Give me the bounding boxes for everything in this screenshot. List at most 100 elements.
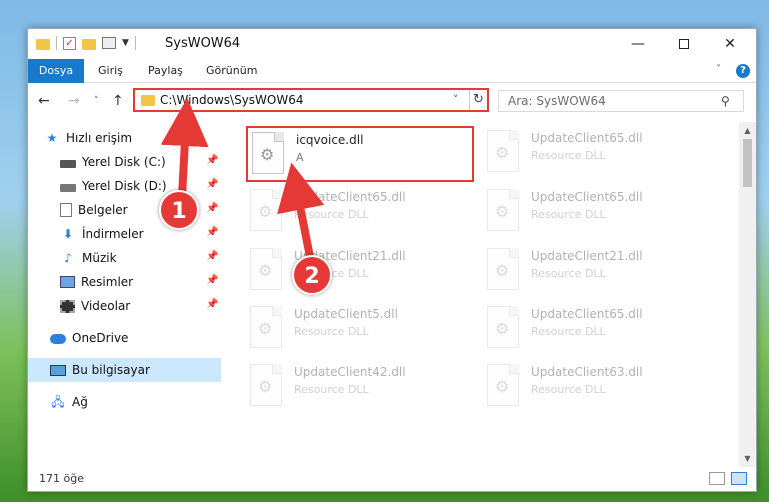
file-name: UpdateClient65.dll: [294, 190, 406, 204]
close-icon: ✕: [724, 36, 736, 52]
step-badge-2: 2: [292, 255, 332, 295]
pc-icon: [50, 364, 66, 376]
pin-icon[interactable]: 📌: [206, 275, 218, 286]
sidebar-item-videos[interactable]: Videolar 📌: [28, 294, 221, 318]
file-item[interactable]: ⚙ UpdateClient5.dll Resource DLL: [246, 302, 476, 352]
sidebar-item-downloads[interactable]: ⬇ İndirmeler 📌: [28, 222, 221, 246]
gears-icon: ⚙: [495, 143, 510, 162]
address-dropdown-icon[interactable]: ˅: [453, 93, 459, 106]
file-item[interactable]: ⚙ UpdateClient65.dll Resource DLL: [246, 185, 476, 235]
sidebar-item-label: Videolar: [81, 299, 131, 313]
pin-icon[interactable]: 📌: [206, 203, 218, 214]
file-item[interactable]: ⚙ UpdateClient65.dll Resource DLL: [483, 126, 713, 176]
dll-file-icon: ⚙: [487, 189, 519, 231]
pin-icon[interactable]: 📌: [206, 155, 218, 166]
help-icon[interactable]: ?: [736, 64, 750, 78]
file-item-selected[interactable]: ⚙ icqvoice.dll A: [246, 126, 474, 182]
gears-icon: ⚙: [260, 145, 275, 164]
properties-check-icon[interactable]: ✓: [63, 36, 76, 50]
tab-file[interactable]: Dosya: [28, 59, 84, 83]
search-placeholder: Ara: SysWOW64: [508, 94, 606, 108]
forward-arrow-icon[interactable]: →: [68, 93, 80, 109]
sidebar-item-music[interactable]: ♪ Müzik 📌: [28, 246, 221, 270]
sidebar-item-network[interactable]: 🖧 Ağ: [28, 390, 221, 414]
file-name: UpdateClient65.dll: [531, 307, 643, 321]
gears-icon: ⚙: [495, 202, 510, 221]
file-name: UpdateClient21.dll: [531, 249, 643, 263]
navigation-bar: ← → ˅ ↑ C:\Windows\SysWOW64 ˅ ↻ Ara: Sys…: [28, 84, 756, 118]
dll-file-icon: ⚙: [250, 189, 282, 231]
scroll-thumb[interactable]: [743, 139, 752, 187]
file-name: UpdateClient5.dll: [294, 307, 398, 321]
dll-file-icon: ⚙: [487, 248, 519, 290]
pin-icon[interactable]: 📌: [206, 227, 218, 238]
sidebar-item-local-disk-c[interactable]: Yerel Disk (C:) 📌: [28, 150, 221, 174]
close-button[interactable]: ✕: [707, 29, 753, 59]
folder-icon[interactable]: [36, 38, 50, 50]
pictures-icon: [60, 276, 75, 288]
search-icon[interactable]: ⚲: [721, 94, 730, 108]
ribbon-tabs: Dosya Giriş Paylaş Görünüm ˅ ?: [28, 59, 756, 83]
status-bar: 171 öğe: [28, 467, 756, 492]
scroll-down-icon[interactable]: ▼: [739, 450, 756, 467]
gears-icon: ⚙: [258, 319, 273, 338]
new-folder-icon[interactable]: [82, 38, 96, 50]
documents-icon: [60, 203, 72, 217]
vertical-scrollbar[interactable]: ▲ ▼: [739, 122, 756, 467]
search-input[interactable]: Ara: SysWOW64 ⚲: [498, 90, 744, 112]
refresh-icon[interactable]: ↻: [469, 90, 487, 110]
file-description: Resource DLL: [294, 325, 369, 338]
sidebar-item-label: Müzik: [82, 251, 117, 265]
tab-view[interactable]: Görünüm: [196, 59, 267, 83]
tab-home[interactable]: Giriş: [88, 59, 133, 83]
pin-icon[interactable]: 📌: [206, 299, 218, 310]
sidebar-item-quick-access[interactable]: ★ Hızlı erişim: [28, 126, 221, 150]
dll-file-icon: ⚙: [250, 364, 282, 406]
details-view-icon[interactable]: [709, 472, 725, 485]
folder-icon: [141, 95, 155, 106]
file-item[interactable]: ⚙ UpdateClient63.dll Resource DLL: [483, 360, 713, 410]
file-item[interactable]: ⚙ UpdateClient65.dll Resource DLL: [483, 302, 713, 352]
pin-icon[interactable]: 📌: [206, 251, 218, 262]
file-description: Resource DLL: [531, 325, 606, 338]
sidebar-item-this-pc[interactable]: Bu bilgisayar: [28, 358, 221, 382]
recent-locations-icon[interactable]: ˅: [94, 96, 99, 106]
file-item[interactable]: ⚙ UpdateClient21.dll Resource DLL: [483, 244, 713, 294]
toolbar-divider: [134, 36, 136, 50]
tab-share[interactable]: Paylaş: [138, 59, 193, 83]
gears-icon: ⚙: [495, 377, 510, 396]
up-arrow-icon[interactable]: ↑: [112, 93, 124, 109]
expand-ribbon-icon[interactable]: ˅: [716, 64, 721, 75]
properties-icon[interactable]: [102, 37, 116, 49]
sidebar-item-label: Resimler: [81, 275, 134, 289]
sidebar-item-label: Yerel Disk (D:): [82, 179, 167, 193]
scroll-up-icon[interactable]: ▲: [739, 122, 756, 139]
address-path[interactable]: C:\Windows\SysWOW64: [160, 93, 304, 107]
maximize-button[interactable]: [661, 29, 707, 59]
gears-icon: ⚙: [258, 261, 273, 280]
file-item[interactable]: ⚙ UpdateClient21.dll Resource DLL: [246, 244, 476, 294]
file-name: UpdateClient65.dll: [531, 190, 643, 204]
gears-icon: ⚙: [495, 319, 510, 338]
dll-file-icon: ⚙: [487, 306, 519, 348]
minimize-button[interactable]: —: [615, 29, 661, 59]
dll-file-icon: ⚙: [252, 132, 284, 174]
sidebar-item-pictures[interactable]: Resimler 📌: [28, 270, 221, 294]
sidebar-item-label: Bu bilgisayar: [72, 363, 150, 377]
gears-icon: ⚙: [258, 377, 273, 396]
file-item[interactable]: ⚙ UpdateClient65.dll Resource DLL: [483, 185, 713, 235]
dll-file-icon: ⚙: [487, 130, 519, 172]
quick-access-toolbar: ✓ ▼: [36, 36, 136, 50]
customize-caret-icon[interactable]: ▼: [122, 38, 129, 48]
address-bar[interactable]: C:\Windows\SysWOW64 ˅ ↻: [133, 88, 489, 112]
sidebar-item-onedrive[interactable]: OneDrive: [28, 326, 221, 350]
sidebar-item-label: Hızlı erişim: [66, 131, 133, 145]
file-item[interactable]: ⚙ UpdateClient42.dll Resource DLL: [246, 360, 476, 410]
pin-icon[interactable]: 📌: [206, 179, 218, 190]
back-arrow-icon[interactable]: ←: [38, 93, 50, 109]
title-bar: ✓ ▼ SysWOW64 — ✕: [28, 29, 756, 59]
gears-icon: ⚙: [258, 202, 273, 221]
tiles-view-icon[interactable]: [731, 472, 747, 485]
file-description: Resource DLL: [294, 383, 369, 396]
navigation-pane: ★ Hızlı erişim Yerel Disk (C:) 📌 Yerel D…: [28, 122, 221, 467]
